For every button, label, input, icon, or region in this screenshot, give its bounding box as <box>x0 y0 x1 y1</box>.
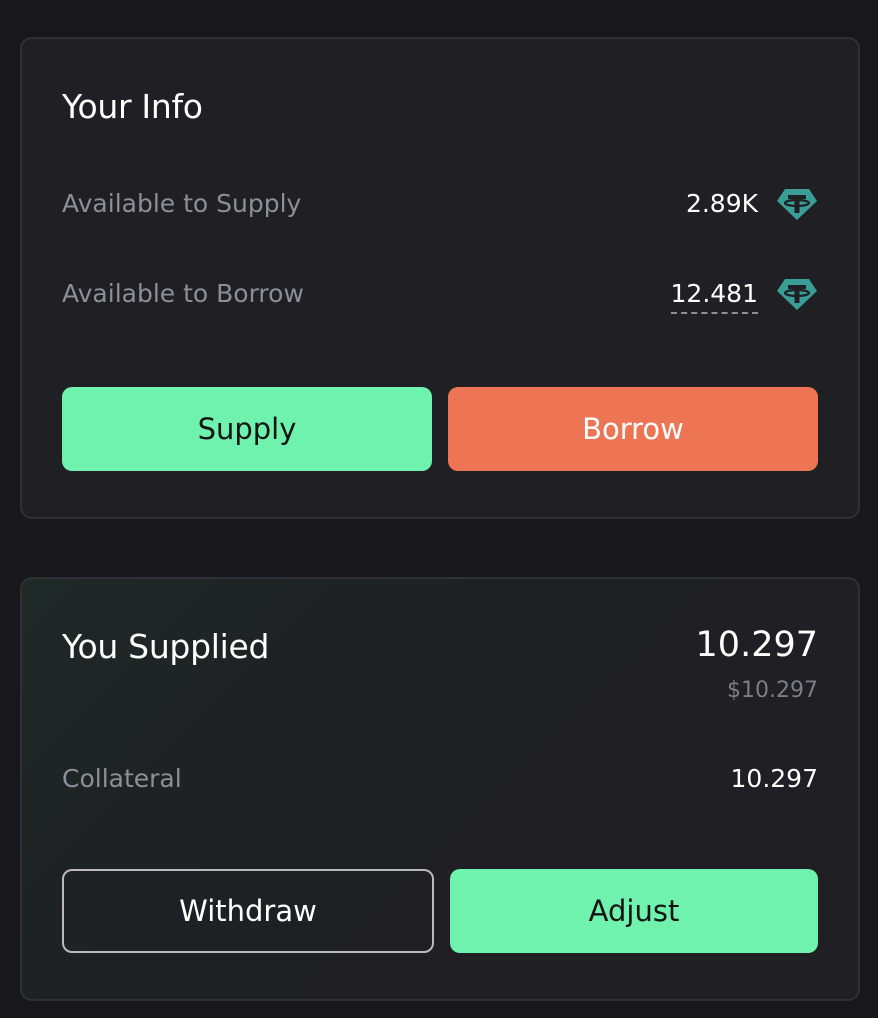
usdt-token-icon <box>777 279 817 310</box>
collateral-value: 10.297 <box>730 764 818 793</box>
available-to-supply-value: 2.89K <box>685 189 758 218</box>
supplied-amount-usd: $10.297 <box>727 678 818 703</box>
borrow-button[interactable]: Borrow <box>448 387 818 471</box>
your-info-title: Your Info <box>62 87 203 126</box>
supplied-amount: 10.297 <box>695 625 818 665</box>
withdraw-button[interactable]: Withdraw <box>62 869 434 953</box>
adjust-button[interactable]: Adjust <box>450 869 818 953</box>
supply-button[interactable]: Supply <box>62 387 432 471</box>
available-to-borrow-label: Available to Borrow <box>62 279 304 308</box>
available-to-borrow-value[interactable]: 12.481 <box>670 279 758 314</box>
available-to-supply-label: Available to Supply <box>62 189 302 218</box>
you-supplied-card: You Supplied 10.297 $10.297 Collateral 1… <box>20 577 860 1001</box>
your-info-card: Your Info Available to Supply 2.89K Avai… <box>20 37 860 519</box>
usdt-token-icon <box>777 189 817 220</box>
collateral-label: Collateral <box>62 764 182 793</box>
you-supplied-title: You Supplied <box>62 627 270 666</box>
